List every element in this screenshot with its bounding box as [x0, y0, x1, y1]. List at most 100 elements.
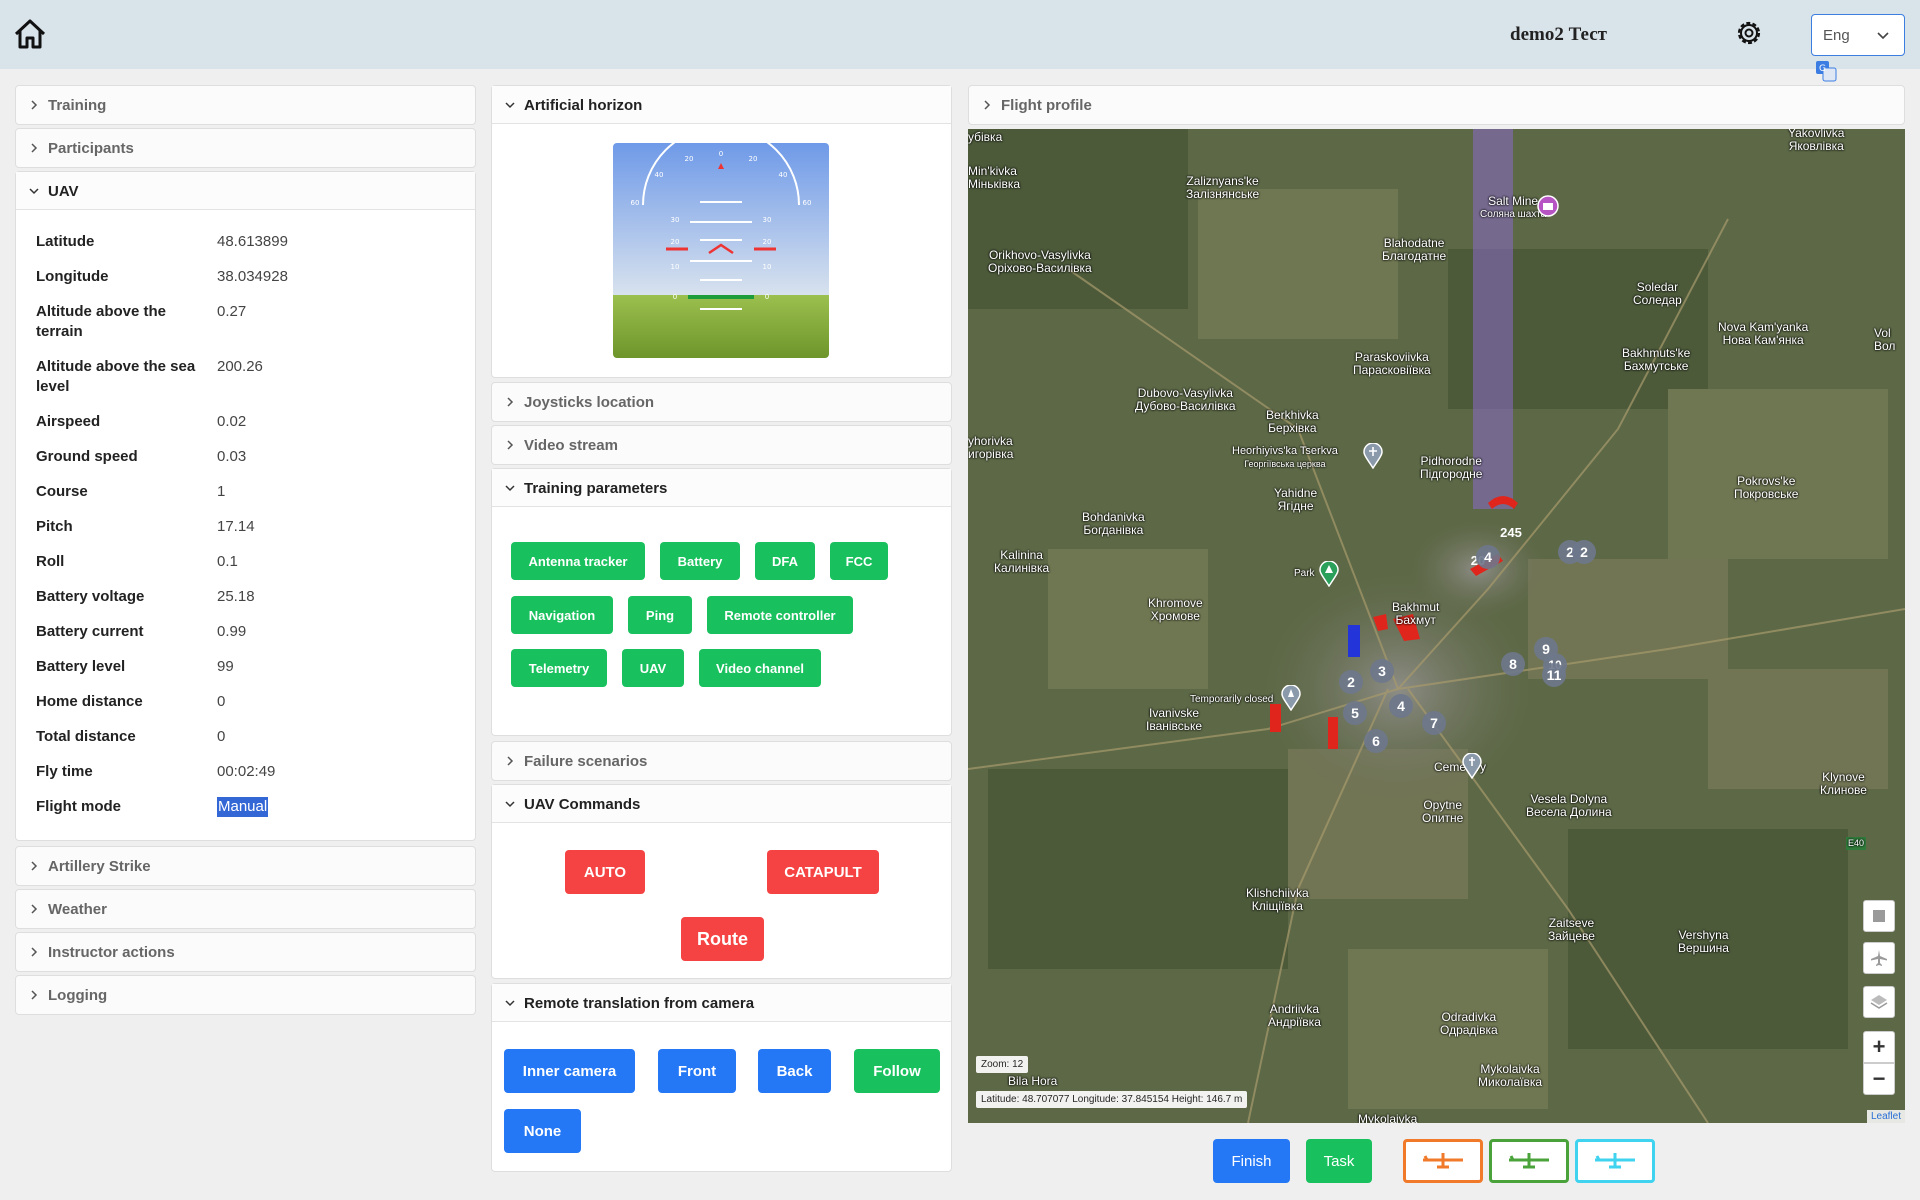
- joysticks-panel[interactable]: Joysticks location: [491, 382, 952, 422]
- instructor-panel-header[interactable]: Instructor actions: [16, 933, 475, 971]
- panel-title: Remote translation from camera: [524, 995, 755, 1012]
- waypoint-marker[interactable]: 4: [1476, 545, 1500, 569]
- uav-value: 99: [217, 658, 234, 675]
- uav-label: Longitude: [36, 268, 109, 285]
- park-pin-icon[interactable]: [1319, 561, 1339, 587]
- stop-control[interactable]: [1863, 900, 1895, 932]
- waypoint-marker[interactable]: 2: [1339, 670, 1363, 694]
- chevron-down-icon: [505, 102, 515, 109]
- panel-title: Logging: [48, 987, 108, 1004]
- panel-title: Artificial horizon: [524, 97, 643, 114]
- map-place: Zaitseve Зайцеве: [1548, 916, 1595, 943]
- cemetery-pin-icon[interactable]: [1462, 753, 1482, 779]
- uav-value: 48.613899: [217, 233, 288, 250]
- training-panel[interactable]: Training: [15, 85, 476, 125]
- uav-panel: UAV Latitude 48.613899 Longitude 38.034928…: [15, 171, 476, 841]
- failure-panel[interactable]: Failure scenarios: [491, 741, 952, 781]
- zoom-out-button[interactable]: −: [1863, 1063, 1895, 1095]
- training-params-panel-header[interactable]: Training parameters: [492, 469, 951, 507]
- salt-mine-pin-icon[interactable]: [1537, 195, 1559, 217]
- uav-label: Home distance: [36, 693, 143, 710]
- waypoint-marker[interactable]: 245: [1494, 520, 1528, 544]
- finish-button[interactable]: Finish: [1213, 1139, 1290, 1183]
- inner-camera-button[interactable]: Inner camera: [504, 1049, 635, 1093]
- flight-profile-panel[interactable]: Flight profile: [968, 85, 1905, 125]
- aircraft-green-button[interactable]: [1489, 1139, 1569, 1183]
- waypoint-marker[interactable]: 11: [1542, 663, 1566, 687]
- attribution-link[interactable]: Leaflet: [1871, 1111, 1901, 1122]
- waypoint-marker[interactable]: 5: [1343, 701, 1367, 725]
- waypoint-marker[interactable]: 3: [1370, 659, 1394, 683]
- back-camera-button[interactable]: Back: [758, 1049, 831, 1093]
- roll-tick-label: 40: [655, 171, 664, 179]
- artillery-panel[interactable]: Artillery Strike: [15, 846, 476, 886]
- uav-panel-header[interactable]: UAV: [16, 172, 475, 210]
- panel-title: UAV Commands: [524, 796, 641, 813]
- pitch-tick-label: 30: [671, 216, 680, 224]
- auto-button[interactable]: AUTO: [565, 850, 645, 894]
- waypoint-marker[interactable]: 6: [1364, 729, 1388, 753]
- failure-panel-header[interactable]: Failure scenarios: [492, 742, 951, 780]
- panel-title: Flight profile: [1001, 97, 1092, 114]
- logging-panel[interactable]: Logging: [15, 975, 476, 1015]
- participants-panel-header[interactable]: Participants: [16, 129, 475, 167]
- map-place: Berkhivka Берхівка: [1266, 408, 1319, 435]
- uav-button[interactable]: UAV: [622, 649, 684, 687]
- flight-profile-panel-header[interactable]: Flight profile: [969, 86, 1904, 124]
- uav-value: 00:02:49: [217, 763, 276, 780]
- video-panel-header[interactable]: Video stream: [492, 426, 951, 464]
- church-pin-icon[interactable]: [1363, 443, 1383, 469]
- instructor-panel[interactable]: Instructor actions: [15, 932, 476, 972]
- panel-title: UAV: [48, 183, 79, 200]
- pitch-tick-label: 10: [763, 263, 772, 271]
- zoom-in-button[interactable]: +: [1863, 1031, 1895, 1063]
- participants-panel[interactable]: Participants: [15, 128, 476, 168]
- waypoint-marker[interactable]: 8: [1501, 652, 1525, 676]
- aircraft-center-control[interactable]: [1863, 942, 1895, 974]
- catapult-button[interactable]: CATAPULT: [767, 850, 879, 894]
- video-panel[interactable]: Video stream: [491, 425, 952, 465]
- language-select[interactable]: Eng: [1811, 14, 1905, 56]
- monument-pin-icon[interactable]: [1281, 685, 1301, 711]
- commands-panel-header[interactable]: UAV Commands: [492, 785, 951, 823]
- follow-camera-button[interactable]: Follow: [854, 1049, 940, 1093]
- battery-button[interactable]: Battery: [660, 542, 740, 580]
- aircraft-cyan-button[interactable]: [1575, 1139, 1655, 1183]
- map-place: Heorhiyivs'ka Tserkva Георгіївська церква: [1232, 445, 1338, 469]
- antenna-tracker-button[interactable]: Antenna tracker: [511, 542, 645, 580]
- home-icon[interactable]: [12, 16, 48, 52]
- front-camera-button[interactable]: Front: [658, 1049, 736, 1093]
- translate-icon[interactable]: G: [1815, 60, 1837, 82]
- navigation-button[interactable]: Navigation: [511, 596, 613, 634]
- map-place: Yahidne Ягідне: [1274, 486, 1318, 513]
- fcc-button[interactable]: FCC: [830, 542, 888, 580]
- training-panel-header[interactable]: Training: [16, 86, 475, 124]
- artillery-panel-header[interactable]: Artillery Strike: [16, 847, 475, 885]
- aircraft-orange-button[interactable]: [1403, 1139, 1483, 1183]
- layers-control[interactable]: [1863, 986, 1895, 1018]
- uav-label: Ground speed: [36, 448, 138, 465]
- ping-button[interactable]: Ping: [628, 596, 692, 634]
- weather-panel-header[interactable]: Weather: [16, 890, 475, 928]
- map-view[interactable]: убівка Yakovlivka Яковлівка Zaliznyans'ke…: [968, 129, 1905, 1123]
- none-camera-button[interactable]: None: [504, 1109, 581, 1153]
- waypoint-marker[interactable]: 2: [1572, 540, 1596, 564]
- weather-panel[interactable]: Weather: [15, 889, 476, 929]
- dfa-button[interactable]: DFA: [755, 542, 815, 580]
- remote-camera-panel-header[interactable]: Remote translation from camera: [492, 984, 951, 1022]
- telemetry-button[interactable]: Telemetry: [511, 649, 607, 687]
- gear-icon[interactable]: [1734, 18, 1764, 48]
- route-button[interactable]: Route: [681, 917, 764, 961]
- video-channel-button[interactable]: Video channel: [699, 649, 821, 687]
- coords-readout: Latitude: 48.707077 Longitude: 37.845154…: [976, 1091, 1248, 1108]
- map-attribution[interactable]: Leaflet: [1866, 1110, 1905, 1123]
- waypoint-marker[interactable]: 4: [1389, 694, 1413, 718]
- joysticks-panel-header[interactable]: Joysticks location: [492, 383, 951, 421]
- panel-title: Artillery Strike: [48, 858, 151, 875]
- waypoint-marker[interactable]: 7: [1422, 711, 1446, 735]
- logging-panel-header[interactable]: Logging: [16, 976, 475, 1014]
- horizon-panel-header[interactable]: Artificial horizon: [492, 86, 951, 124]
- remote-controller-button[interactable]: Remote controller: [707, 596, 853, 634]
- task-button[interactable]: Task: [1306, 1139, 1372, 1183]
- chevron-down-icon: [1877, 32, 1889, 40]
